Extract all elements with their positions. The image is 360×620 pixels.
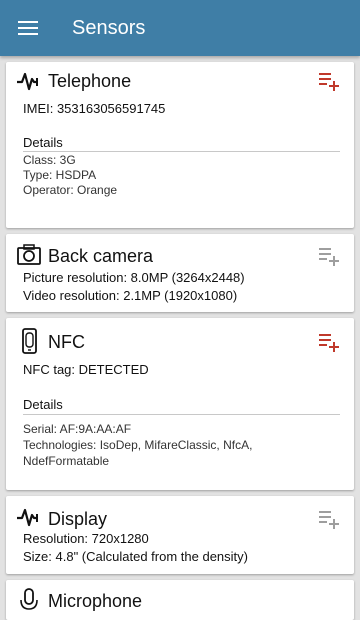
add-to-list-icon[interactable] (318, 70, 340, 92)
technologies-value: Technologies: IsoDep, MifareClassic, Nfc… (23, 438, 253, 452)
phone-nfc-icon (22, 328, 37, 354)
details-heading: Details (23, 397, 63, 412)
page-title: Sensors (72, 17, 146, 39)
display-title: Display (48, 509, 108, 529)
add-to-list-icon[interactable] (318, 331, 340, 353)
add-to-list-icon[interactable] (318, 508, 340, 530)
imei-value: IMEI: 353163056591745 (23, 101, 166, 116)
pulse-icon (17, 72, 38, 91)
nfc-tag-value: NFC tag: DETECTED (23, 362, 149, 377)
class-value: Class: 3G (23, 153, 76, 167)
display-card: Display Resolution: 720x1280 Size: 4.8" … (6, 496, 354, 574)
back-camera-card: Back camera Picture resolution: 8.0MP (3… (6, 234, 354, 312)
details-heading: Details (23, 135, 63, 150)
type-value: Type: HSDPA (23, 168, 97, 182)
add-to-list-icon[interactable] (318, 245, 340, 267)
telephone-title: Telephone (48, 71, 132, 91)
nfc-title: NFC (48, 332, 85, 352)
operator-value: Operator: Orange (23, 183, 118, 197)
nfc-card: NFC NFC tag: DETECTED Details Serial: AF… (6, 318, 354, 490)
video-resolution-value: Video resolution: 2.1MP (1920x1080) (23, 288, 238, 303)
display-size-value: Size: 4.8" (Calculated from the density) (23, 549, 248, 564)
hamburger-menu-icon (18, 21, 38, 23)
display-resolution-value: Resolution: 720x1280 (23, 531, 149, 546)
pulse-icon (17, 508, 38, 527)
back-camera-title: Back camera (48, 246, 154, 266)
microphone-card: Microphone (6, 580, 354, 620)
camera-icon (17, 244, 41, 265)
technologies-value-cont: NdefFormatable (23, 454, 110, 468)
microphone-title: Microphone (48, 591, 143, 611)
serial-value: Serial: AF:9A:AA:AF (23, 422, 132, 436)
menu-button[interactable] (10, 10, 46, 46)
app-bar: Sensors (0, 0, 360, 56)
microphone-icon (20, 588, 38, 610)
divider (23, 151, 340, 152)
picture-resolution-value: Picture resolution: 8.0MP (3264x2448) (23, 270, 245, 285)
divider (23, 414, 340, 415)
telephone-card: Telephone IMEI: 353163056591745 Details … (6, 62, 354, 228)
